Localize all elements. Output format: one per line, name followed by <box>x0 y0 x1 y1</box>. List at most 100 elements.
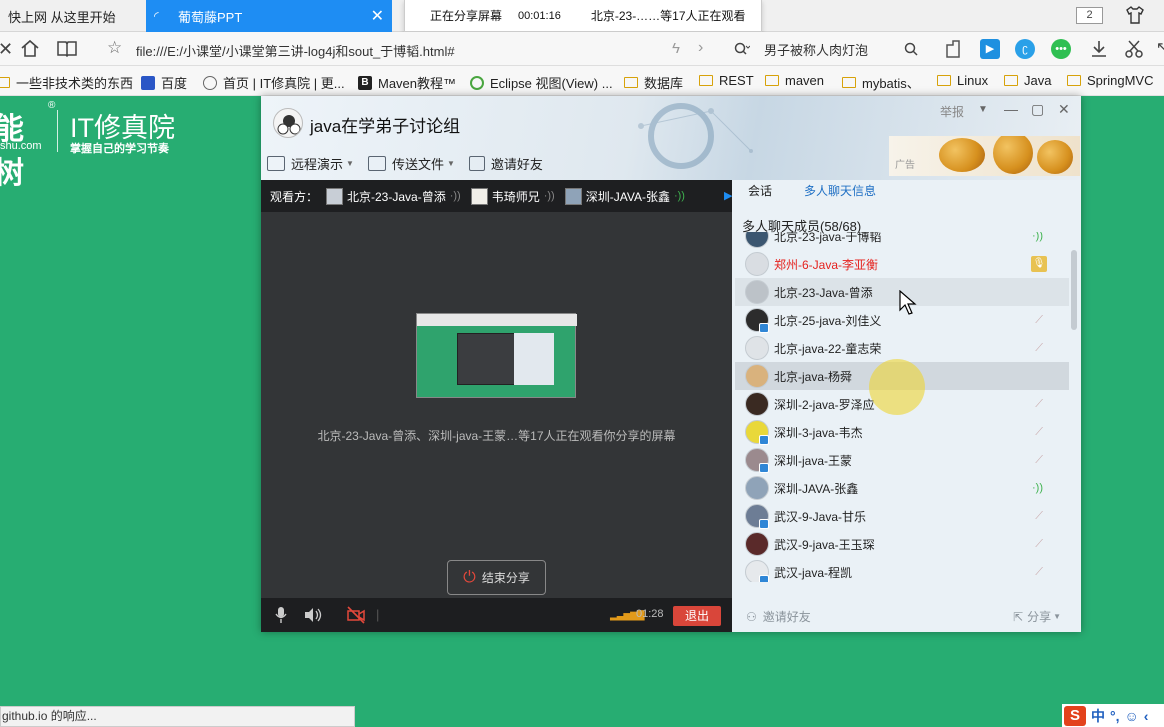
folder-icon <box>842 77 856 88</box>
bookmark-itxzy[interactable]: 首页 | IT修真院 | 更... <box>203 73 345 92</box>
search-icon[interactable] <box>904 42 918 56</box>
send-file-button[interactable]: 传送文件 ▼ <box>367 154 455 173</box>
remote-demo-button[interactable]: 远程演示 ▼ <box>267 154 354 173</box>
avatar <box>745 280 769 304</box>
ime-punct[interactable]: °, <box>1110 708 1120 724</box>
bookmark-folder[interactable]: 数据库 <box>624 73 683 92</box>
list-item[interactable]: 郑州-6-Java-李亚衡 🎙 <box>735 250 1069 278</box>
bookmark-folder[interactable]: mybatis、 <box>842 73 920 92</box>
close-tab-icon[interactable]: ✕ <box>371 6 384 26</box>
wechat-icon[interactable]: ••• <box>1051 39 1071 59</box>
tab-count-badge[interactable]: 2 <box>1076 7 1103 24</box>
list-item[interactable]: 深圳-3-java-韦杰 ⟋ <box>735 418 1069 446</box>
download-icon[interactable] <box>1089 39 1109 59</box>
bookmark-eclipse[interactable]: Eclipse 视图(View) ... <box>470 73 613 92</box>
member-name: 深圳-JAVA-张鑫 <box>774 481 859 496</box>
report-button[interactable]: 举报 <box>940 103 964 120</box>
share-message: 北京-23-Java-曾添、深圳-java-王蒙…等17人正在观看你分享的屏幕 <box>317 429 676 443</box>
emoji-icon[interactable]: ☺ <box>1125 708 1139 724</box>
call-controls: | ▂▃▅▆▇ 01:28 退出 <box>261 598 732 632</box>
bookmark-folder[interactable]: 一些非技术类的东西 <box>0 73 133 92</box>
extension-icon[interactable] <box>944 39 962 59</box>
video-play-icon[interactable]: ▶ <box>980 39 1000 59</box>
share-button[interactable]: ⇱ 分享 ▼ <box>1013 608 1061 625</box>
dropdown-icon[interactable]: ▼ <box>978 104 988 115</box>
viewer-item[interactable]: 北京-23-Java-曾添 ·)) <box>326 187 461 205</box>
tab-ppt[interactable]: ◜ 葡萄藤PPT ✕ <box>146 0 392 32</box>
url-field[interactable]: file:///E:/小课堂/小课堂第三讲-log4j和sout_于博韬.htm… <box>136 41 455 60</box>
home-icon[interactable] <box>20 39 40 58</box>
stop-share-button[interactable]: ⏻ 结束分享 <box>447 560 546 595</box>
avatar <box>745 560 769 582</box>
exit-button[interactable]: 退出 <box>673 606 721 626</box>
invite-friends-link[interactable]: ⚇ 邀请好友 <box>746 608 811 625</box>
search-dropdown-icon[interactable] <box>734 42 750 56</box>
list-item[interactable]: 北京-23-java-于博韬 ·)) <box>735 232 1069 250</box>
back-icon[interactable]: ✕ <box>0 39 13 60</box>
maximize-icon[interactable]: ▢ <box>1031 101 1044 118</box>
invite-friends-button[interactable]: 邀请好友 <box>468 154 543 173</box>
speaking-icon: ·)) <box>1032 482 1043 494</box>
member-name: 武汉-9-Java-甘乐 <box>774 509 867 524</box>
ime-lang[interactable]: 中 <box>1091 706 1105 726</box>
avatar <box>745 420 769 445</box>
sogou-icon[interactable]: S <box>1064 705 1086 726</box>
list-item[interactable]: 武汉-9-Java-甘乐 ⟋ <box>735 502 1069 530</box>
chevron-right-icon[interactable]: › <box>698 39 703 57</box>
folder-icon <box>765 75 779 86</box>
file-transfer-icon <box>367 155 386 171</box>
list-item[interactable]: 武汉-9-java-王玉琛 ⟋ <box>735 530 1069 558</box>
member-badge-icon <box>759 323 769 333</box>
flash-icon[interactable]: ʗ <box>1015 39 1035 59</box>
avatar <box>745 364 769 388</box>
tab-group-info[interactable]: 多人聊天信息 <box>788 180 892 206</box>
list-item[interactable]: 深圳-java-王蒙 ⟋ <box>735 446 1069 474</box>
decoration-graphic <box>638 103 753 169</box>
member-name: 武汉-9-java-王玉琛 <box>774 537 875 552</box>
bookmark-maven-tutorial[interactable]: B Maven教程™ <box>358 73 456 92</box>
bookmark-baidu[interactable]: 百度 <box>141 73 187 92</box>
bookmark-folder[interactable]: Java <box>1004 73 1051 88</box>
member-name: 郑州-6-Java-李亚衡 <box>774 257 879 272</box>
list-item[interactable]: 北京-java-22-童志荣 ⟋ <box>735 334 1069 362</box>
minimize-icon[interactable]: — <box>1004 101 1018 117</box>
scissors-icon[interactable] <box>1124 39 1144 59</box>
muted-mic-icon: ⟋ <box>1035 341 1043 354</box>
shirt-icon[interactable] <box>1126 5 1144 25</box>
viewer-item[interactable]: 韦琦师兄 ·)) <box>470 187 555 205</box>
logo-divider <box>57 110 58 152</box>
divider: | <box>376 607 380 622</box>
camera-off-icon[interactable] <box>347 606 365 624</box>
avatar <box>745 532 769 556</box>
search-box[interactable]: 男子被称人肉灯泡 <box>730 38 924 60</box>
speaker-icon[interactable] <box>303 606 323 624</box>
bookmark-folder[interactable]: SpringMVC <box>1067 73 1153 88</box>
search-input[interactable]: 男子被称人肉灯泡 <box>764 40 868 59</box>
tab-conversation[interactable]: 会话 <box>732 180 788 206</box>
more-icon[interactable]: ↖ <box>1156 38 1164 56</box>
muted-mic-icon: ⟋ <box>1035 397 1043 410</box>
ad-label: 广告 <box>895 160 915 171</box>
speaking-icon: ·)) <box>1032 232 1043 242</box>
list-item[interactable]: 深圳-JAVA-张鑫 ·)) <box>735 474 1069 502</box>
reader-icon[interactable] <box>57 40 77 57</box>
viewer-item[interactable]: 深圳-JAVA-张鑫 ·)) <box>564 187 685 205</box>
folder-icon <box>699 75 713 86</box>
close-icon[interactable]: ✕ <box>1058 101 1070 118</box>
star-icon[interactable]: ☆ <box>107 38 122 58</box>
more-icon[interactable]: ‹ <box>1144 708 1149 724</box>
ad-banner[interactable]: 广告 <box>889 136 1080 176</box>
microphone-icon[interactable] <box>274 606 288 624</box>
group-avatar[interactable] <box>273 108 303 138</box>
lightning-icon[interactable]: ϟ <box>672 40 680 57</box>
list-item[interactable]: 武汉-java-程凯 ⟋ <box>735 558 1069 582</box>
member-list-scrollbar[interactable] <box>1071 250 1077 330</box>
tab-home[interactable]: 快上网 从这里开始 <box>0 0 146 32</box>
bookmarks-bar: 一些非技术类的东西 百度 首页 | IT修真院 | 更... B Maven教程™… <box>0 66 1164 96</box>
bookmark-folder[interactable]: maven <box>765 73 824 88</box>
bookmark-folder[interactable]: REST <box>699 73 754 88</box>
avatar <box>564 187 582 205</box>
bookmark-folder[interactable]: Linux <box>937 73 988 88</box>
ime-toolbar[interactable]: S 中 °, ☺ ‹ <box>1062 704 1164 727</box>
screen-share-bar: 正在分享屏幕 00:01:16 北京-23-……等17人正在观看 <box>404 0 762 32</box>
